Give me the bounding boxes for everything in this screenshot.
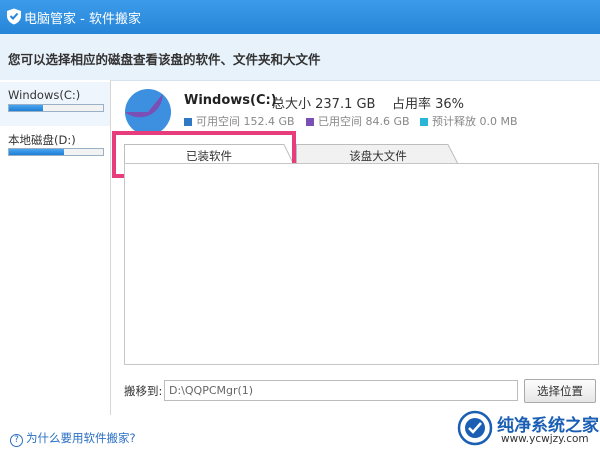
drive-name: Windows(C:) [8, 88, 81, 102]
watermark-logo-icon [457, 410, 493, 446]
drive-usage-rate: 占用率 36% [392, 97, 465, 112]
drive-usage-bar [8, 148, 104, 156]
drive-usage-fill [9, 149, 64, 155]
instruction-banner: 您可以选择相应的磁盘查看该盘的软件、文件夹和大文件 [0, 34, 600, 81]
tab-label: 该盘大文件 [349, 149, 407, 163]
move-to-label: 搬移到: [124, 384, 163, 398]
shield-icon [7, 8, 21, 25]
drive-usage-bar [8, 104, 104, 112]
legend-label: 已用空间 84.6 GB [318, 115, 410, 128]
drive-name: 本地磁盘(D:) [8, 133, 76, 147]
disk-usage-pie [125, 89, 171, 135]
watermark: 纯净系统之家 www.ycwjzy.com [457, 408, 600, 450]
legend-swatch [184, 118, 192, 126]
instruction-text: 您可以选择相应的磁盘查看该盘的软件、文件夹和大文件 [8, 52, 321, 67]
drive-item-d[interactable]: 本地磁盘(D:) [0, 126, 110, 170]
drive-title: Windows(C:) [184, 93, 277, 108]
legend-label: 预计释放 0.0 MB [432, 115, 518, 128]
software-list-panel[interactable] [124, 163, 599, 365]
window-titlebar: 电脑管家 - 软件搬家 [0, 0, 600, 34]
move-path-input[interactable] [164, 380, 518, 401]
legend-swatch [420, 118, 428, 126]
window-title: 电脑管家 - 软件搬家 [24, 12, 141, 27]
choose-location-button[interactable]: 选择位置 [524, 379, 596, 403]
help-question-icon: ? [10, 434, 23, 447]
help-link-text: 为什么要用软件搬家? [26, 431, 136, 445]
tab-large-files[interactable]: 该盘大文件 [296, 144, 460, 164]
help-link[interactable]: ? 为什么要用软件搬家? [10, 430, 136, 447]
legend-expected-release: 预计释放 0.0 MB [420, 113, 518, 129]
legend-free-space: 可用空间 152.4 GB [184, 113, 295, 129]
legend-used-space: 已用空间 84.6 GB [306, 113, 410, 129]
drive-usage-fill [9, 105, 43, 111]
drive-sidebar: Windows(C:) 本地磁盘(D:) [0, 80, 111, 415]
drive-item-c[interactable]: Windows(C:) [0, 82, 110, 126]
legend-label: 可用空间 152.4 GB [196, 115, 295, 128]
drive-total-size: 总大小 237.1 GB [272, 97, 376, 112]
watermark-url: www.ycwjzy.com [501, 433, 589, 445]
legend-swatch [306, 118, 314, 126]
